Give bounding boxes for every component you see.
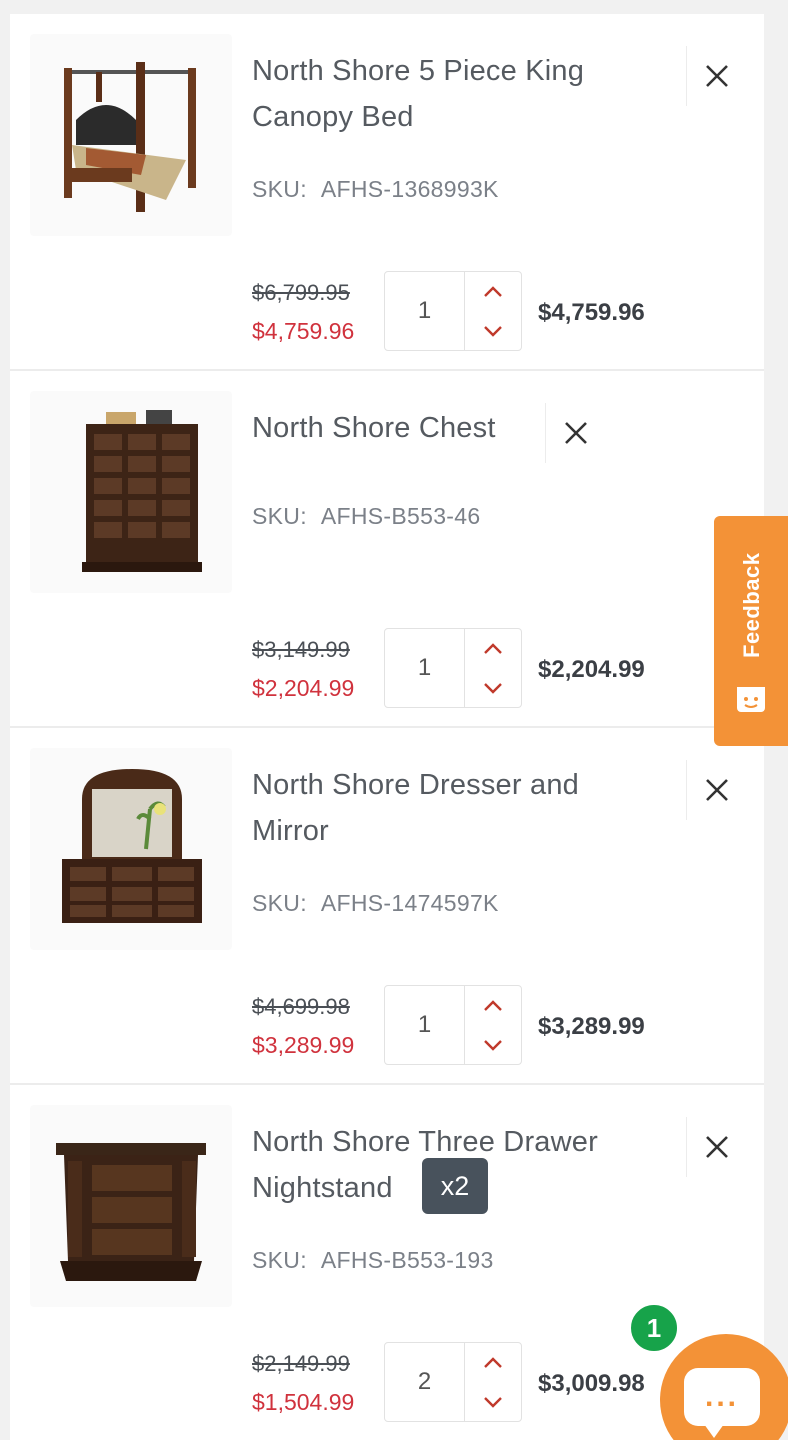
increment-button[interactable]: [465, 1343, 521, 1382]
original-price: $4,699.98: [252, 994, 350, 1019]
remove-item-button[interactable]: [545, 403, 605, 463]
close-icon: [705, 1136, 728, 1158]
product-image-dresser-mirror[interactable]: [30, 748, 232, 950]
product-image-nightstand[interactable]: [30, 1105, 232, 1307]
product-sku: SKU: AFHS-1474597K: [252, 890, 499, 917]
sku-value: AFHS-1474597K: [320, 890, 499, 916]
cart-item: North Shore Three Drawer Nightstand SKU:…: [10, 1085, 764, 1440]
nightstand-image: [56, 1143, 206, 1281]
canopy-bed-image: [64, 62, 196, 212]
chevron-up-icon: [484, 642, 502, 654]
chevron-down-icon: [484, 325, 502, 337]
product-sku: SKU: AFHS-B553-46: [252, 503, 480, 530]
line-total: $3,289.99: [538, 1013, 645, 1040]
sale-price: $1,504.99: [252, 1389, 355, 1415]
chest-image: [82, 410, 202, 572]
sku-value: AFHS-B553-193: [320, 1247, 494, 1273]
sku-value: AFHS-B553-46: [320, 503, 481, 529]
quantity-stepper[interactable]: 1: [384, 985, 522, 1065]
quantity-stepper[interactable]: 1: [384, 628, 522, 708]
decrement-button[interactable]: [465, 1025, 521, 1064]
remove-item-button[interactable]: [686, 1117, 746, 1177]
original-price: $2,149.99: [252, 1351, 350, 1376]
quantity-value[interactable]: 1: [385, 272, 465, 350]
remove-item-button[interactable]: [686, 760, 746, 820]
sale-price: $3,289.99: [252, 1032, 355, 1058]
quantity-multiplier-badge: x2: [422, 1158, 488, 1214]
decrement-button[interactable]: [465, 1382, 521, 1421]
dresser-mirror-image: [62, 769, 202, 923]
decrement-button[interactable]: [465, 668, 521, 707]
sku-label: SKU:: [252, 503, 307, 529]
sku-label: SKU:: [252, 890, 307, 916]
quantity-stepper[interactable]: 2: [384, 1342, 522, 1422]
product-image-chest[interactable]: [30, 391, 232, 593]
feedback-label: Feedback: [739, 552, 764, 658]
chevron-up-icon: [484, 1356, 502, 1368]
sku-label: SKU:: [252, 1247, 307, 1273]
chevron-down-icon: [484, 1396, 502, 1408]
close-icon: [564, 422, 587, 444]
sale-price: $4,759.96: [252, 318, 355, 344]
line-total: $4,759.96: [538, 299, 645, 326]
chevron-down-icon: [484, 1039, 502, 1051]
increment-button[interactable]: [465, 272, 521, 311]
line-total: $2,204.99: [538, 656, 645, 683]
original-price: $6,799.95: [252, 280, 350, 305]
product-sku: SKU: AFHS-1368993K: [252, 176, 499, 203]
sku-value: AFHS-1368993K: [320, 176, 499, 202]
smiley-icon: [737, 687, 765, 712]
increment-button[interactable]: [465, 629, 521, 668]
chevron-up-icon: [484, 999, 502, 1011]
close-icon: [705, 779, 728, 801]
quantity-stepper[interactable]: 1: [384, 271, 522, 351]
product-title[interactable]: North Shore Dresser and Mirror: [252, 762, 652, 854]
increment-button[interactable]: [465, 986, 521, 1025]
product-title[interactable]: North Shore Chest: [252, 405, 552, 451]
chevron-up-icon: [484, 285, 502, 297]
quantity-value[interactable]: 2: [385, 1343, 465, 1421]
close-icon: [705, 65, 728, 87]
quantity-value[interactable]: 1: [385, 986, 465, 1064]
chat-bubble-icon: ...: [684, 1368, 760, 1438]
line-total: $3,009.98: [538, 1370, 645, 1397]
quantity-value[interactable]: 1: [385, 629, 465, 707]
notification-badge: 1: [628, 1302, 680, 1354]
cart-item: North Shore Dresser and Mirror SKU: AFHS-…: [10, 728, 764, 1085]
feedback-tab[interactable]: Feedback: [714, 516, 788, 746]
cart-item: North Shore 5 Piece King Canopy Bed SKU:…: [10, 14, 764, 371]
decrement-button[interactable]: [465, 311, 521, 350]
product-title[interactable]: North Shore 5 Piece King Canopy Bed: [252, 48, 652, 140]
product-image-canopy-bed[interactable]: [30, 34, 232, 236]
remove-item-button[interactable]: [686, 46, 746, 106]
chevron-down-icon: [484, 682, 502, 694]
product-sku: SKU: AFHS-B553-193: [252, 1247, 494, 1274]
original-price: $3,149.99: [252, 637, 350, 662]
cart-item: North Shore Chest SKU: AFHS-B553-46 $3,14…: [10, 371, 764, 728]
cart-panel: North Shore 5 Piece King Canopy Bed SKU:…: [10, 14, 764, 1440]
sku-label: SKU:: [252, 176, 307, 202]
sale-price: $2,204.99: [252, 675, 355, 701]
